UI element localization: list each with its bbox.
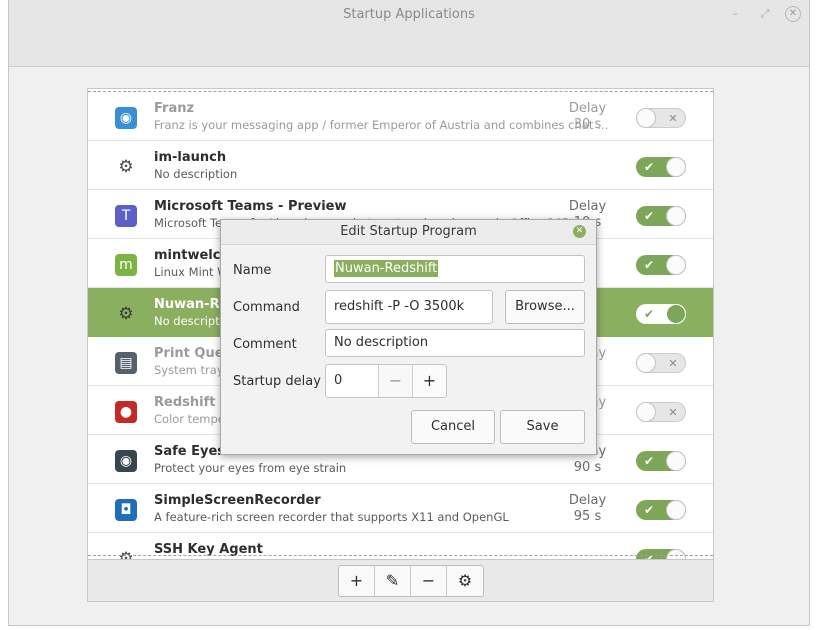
toggle-knob: [666, 206, 686, 226]
mint-icon: m: [115, 254, 137, 276]
comment-field[interactable]: No description: [325, 329, 585, 357]
x-icon: ✕: [668, 406, 678, 419]
title-bar: Startup Applications – ⤢ ✕: [9, 0, 809, 67]
list-item[interactable]: ◘ SimpleScreenRecorder A feature-rich scre…: [88, 484, 713, 533]
browse-button[interactable]: Browse...: [505, 290, 585, 324]
x-icon: ✕: [668, 357, 678, 370]
startup-delay-label: Startup delay: [233, 374, 321, 389]
name-label: Name: [233, 263, 272, 278]
delay-value: 95 s: [573, 509, 602, 524]
dialog-title: Edit Startup Program: [221, 220, 596, 245]
app-name: Safe Eyes: [154, 444, 226, 459]
toggle-knob: [666, 157, 686, 177]
toggle-knob: [636, 108, 656, 128]
app-description: Franz is your messaging app / former Emp…: [154, 118, 609, 132]
toggle-knob: [666, 500, 686, 520]
enable-toggle[interactable]: ✔: [636, 206, 686, 226]
app-name: Redshift: [154, 395, 216, 410]
list-toolbar: + ✎ − ⚙: [87, 560, 714, 602]
gears-icon: ⚙: [118, 157, 134, 177]
app-name: Franz: [154, 101, 195, 116]
x-icon: ✕: [668, 112, 678, 125]
delay-value: 90 s: [573, 460, 602, 475]
gears-icon: ⚙: [118, 549, 134, 560]
close-button[interactable]: ✕: [785, 6, 801, 22]
check-icon: ✔: [643, 209, 655, 223]
name-field-value: Nuwan-Redshift: [334, 260, 439, 277]
enable-toggle[interactable]: ✕: [636, 402, 686, 422]
safe-eyes-icon: ◉: [115, 450, 137, 472]
franz-icon: ◉: [115, 107, 137, 129]
toolbar-button-group: + ✎ − ⚙: [338, 565, 484, 597]
delay-label: Delay: [568, 493, 607, 508]
enable-toggle[interactable]: ✔: [636, 255, 686, 275]
dialog-close-icon[interactable]: ✕: [573, 225, 586, 238]
name-field[interactable]: Nuwan-Redshift: [325, 255, 585, 283]
startup-delay-spinner: 0 − +: [325, 364, 447, 398]
app-delay: Delay 30 s: [560, 101, 615, 133]
toggle-knob: [666, 451, 686, 471]
enable-toggle[interactable]: ✔: [636, 304, 686, 324]
toggle-knob: [666, 304, 686, 324]
app-delay: Delay 95 s: [560, 493, 615, 525]
toggle-knob: [636, 353, 656, 373]
minimize-button[interactable]: –: [727, 6, 743, 22]
app-name: im-launch: [154, 150, 227, 165]
app-name: Microsoft Teams - Preview: [154, 199, 347, 214]
delay-label: Delay: [568, 199, 607, 214]
save-button[interactable]: Save: [500, 410, 585, 444]
check-icon: ✔: [643, 160, 655, 174]
enable-toggle[interactable]: ✕: [636, 353, 686, 373]
enable-toggle[interactable]: ✕: [636, 108, 686, 128]
list-bottom-divider: [88, 555, 713, 556]
check-icon: ✔: [643, 454, 655, 468]
command-field[interactable]: redshift -P -O 3500k: [325, 290, 493, 324]
check-icon: ✔: [643, 258, 655, 272]
delay-label: Delay: [568, 101, 607, 116]
enable-toggle[interactable]: ✔: [636, 500, 686, 520]
window-title: Startup Applications: [343, 7, 475, 22]
check-icon: ✔: [643, 503, 655, 517]
app-description: Protect your eyes from eye strain: [154, 461, 347, 475]
screen-recorder-icon: ◘: [115, 499, 137, 521]
comment-label: Comment: [233, 337, 297, 352]
toggle-knob: [666, 255, 686, 275]
list-item[interactable]: ◉ Franz Franz is your messaging app / form…: [88, 92, 713, 141]
gears-icon: ⚙: [118, 304, 134, 324]
app-description: No description: [154, 167, 238, 181]
teams-icon: T: [115, 205, 137, 227]
redshift-icon: ●: [115, 401, 137, 423]
add-button[interactable]: +: [339, 566, 375, 596]
settings-button[interactable]: ⚙: [447, 566, 483, 596]
startup-delay-input[interactable]: 0: [326, 365, 378, 397]
delay-value: 30 s: [573, 117, 602, 132]
list-item[interactable]: ⚙ im-launch No description ✔: [88, 141, 713, 190]
remove-button[interactable]: −: [411, 566, 447, 596]
maximize-button[interactable]: ⤢: [757, 6, 773, 22]
edit-button[interactable]: ✎: [375, 566, 411, 596]
cancel-button[interactable]: Cancel: [411, 410, 495, 444]
edit-startup-program-dialog: Edit Startup Program ✕ Name Nuwan-Redshi…: [220, 219, 597, 455]
delay-increment-button[interactable]: +: [412, 365, 446, 397]
delay-decrement-button[interactable]: −: [378, 365, 412, 397]
printer-icon: ▤: [115, 352, 137, 374]
enable-toggle[interactable]: ✔: [636, 451, 686, 471]
enable-toggle[interactable]: ✔: [636, 157, 686, 177]
check-icon: ✔: [643, 307, 655, 321]
command-label: Command: [233, 300, 300, 315]
app-description: A feature-rich screen recorder that supp…: [154, 510, 509, 524]
app-name: SimpleScreenRecorder: [154, 493, 321, 508]
toggle-knob: [636, 402, 656, 422]
